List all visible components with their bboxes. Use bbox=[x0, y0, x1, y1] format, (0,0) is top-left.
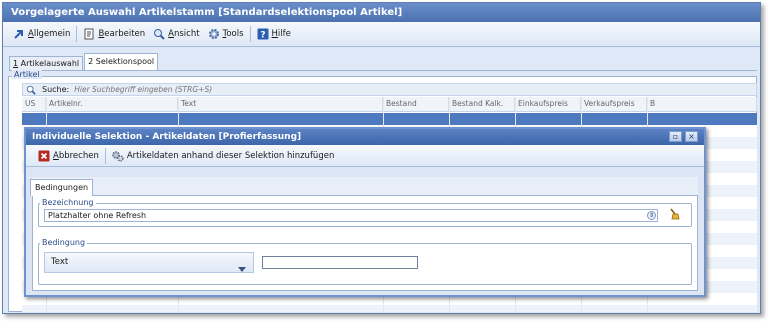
dialog-toolbar: Abbrechen Artikeldaten anhand dieser Sel… bbox=[26, 145, 704, 167]
col-artikelnr[interactable]: Artikelnr. bbox=[46, 97, 178, 111]
menu-bearbeiten-label: Bearbeiten bbox=[98, 29, 146, 39]
search-label: Suche: bbox=[42, 85, 70, 94]
tab-divider bbox=[9, 70, 757, 71]
bedingung-text-input[interactable] bbox=[262, 256, 418, 269]
menu-allgemein-label: Allgemein bbox=[28, 29, 71, 39]
window-title: Vorgelagerte Auswahl Artikelstamm [Stand… bbox=[3, 3, 760, 22]
menu-ansicht[interactable]: Ansicht bbox=[149, 25, 203, 43]
col-verkaufspreis[interactable]: Verkaufspreis bbox=[581, 97, 647, 111]
dialog-close-button[interactable]: × bbox=[685, 131, 698, 142]
bedingung-legend: Bedingung bbox=[40, 238, 88, 247]
broom-icon[interactable] bbox=[668, 208, 680, 220]
toolbar-separator bbox=[104, 147, 106, 164]
selection-dialog: Individuelle Selektion - Artikeldaten [P… bbox=[24, 127, 706, 297]
add-articles-label: Artikeldaten anhand dieser Selektion hin… bbox=[126, 150, 335, 161]
menu-separator bbox=[249, 26, 251, 42]
menu-separator bbox=[76, 26, 78, 42]
tab-artikelauswahl[interactable]: 1 Artikelauswahl bbox=[9, 56, 84, 70]
menu-hilfe[interactable]: ? Hilfe bbox=[253, 25, 295, 43]
grid-header: US Artikelnr. Text Bestand Bestand Kalk.… bbox=[22, 97, 757, 112]
cancel-button[interactable]: Abbrechen bbox=[34, 147, 103, 165]
svg-text:?: ? bbox=[260, 31, 265, 41]
cancel-button-label: Abbrechen bbox=[53, 150, 99, 161]
cancel-icon bbox=[38, 150, 50, 162]
add-articles-button[interactable]: Artikeldaten anhand dieser Selektion hin… bbox=[108, 147, 339, 165]
search-input[interactable] bbox=[74, 85, 375, 94]
dialog-restore-button[interactable]: ▫ bbox=[669, 131, 682, 142]
artikel-group-legend: Artikel bbox=[12, 70, 42, 79]
dialog-title: Individuelle Selektion - Artikeldaten [P… bbox=[26, 129, 704, 145]
menu-ansicht-label: Ansicht bbox=[168, 29, 200, 39]
menu-bearbeiten[interactable]: Bearbeiten bbox=[79, 25, 149, 43]
search-bar: Suche: bbox=[22, 83, 757, 96]
col-einkaufspreis[interactable]: Einkaufspreis bbox=[515, 97, 581, 111]
menu-bar: Allgemein Bearbeiten Ansicht Tools ? Hil… bbox=[3, 22, 760, 47]
col-b[interactable]: B bbox=[647, 97, 757, 111]
gear-icon bbox=[208, 28, 220, 40]
col-bestand-kalk[interactable]: Bestand Kalk. bbox=[449, 97, 515, 111]
bezeichnung-select[interactable]: Platzhalter ohne Refresh ⇕ bbox=[44, 209, 658, 222]
bezeichnung-value: Platzhalter ohne Refresh bbox=[48, 211, 147, 220]
bedingung-dropdown-value: Text bbox=[51, 257, 69, 267]
gears-icon bbox=[112, 150, 124, 162]
menu-allgemein[interactable]: Allgemein bbox=[9, 25, 74, 43]
tab-selektionspool[interactable]: 2 Selektionspool bbox=[84, 53, 159, 70]
spin-updown-icon[interactable]: ⇕ bbox=[647, 211, 656, 220]
selected-table-row[interactable] bbox=[22, 113, 757, 125]
chevron-down-icon bbox=[238, 261, 246, 280]
menu-hilfe-label: Hilfe bbox=[271, 29, 291, 39]
bedingung-dropdown[interactable]: Text bbox=[44, 252, 254, 273]
magnifier-icon bbox=[153, 28, 165, 40]
tab-bedingungen[interactable]: Bedingungen bbox=[30, 179, 94, 196]
col-text[interactable]: Text bbox=[178, 97, 383, 111]
main-tabs: 1 Artikelauswahl 2 Selektionspool bbox=[9, 53, 159, 70]
document-icon bbox=[83, 28, 95, 40]
menu-tools[interactable]: Tools bbox=[204, 25, 248, 43]
arrow-icon bbox=[13, 28, 25, 40]
help-icon: ? bbox=[257, 28, 269, 41]
col-bestand[interactable]: Bestand bbox=[383, 97, 449, 111]
menu-tools-label: Tools bbox=[222, 29, 244, 39]
col-us[interactable]: US bbox=[22, 97, 46, 111]
bezeichnung-legend: Bezeichnung bbox=[40, 198, 96, 207]
search-icon bbox=[26, 85, 36, 95]
